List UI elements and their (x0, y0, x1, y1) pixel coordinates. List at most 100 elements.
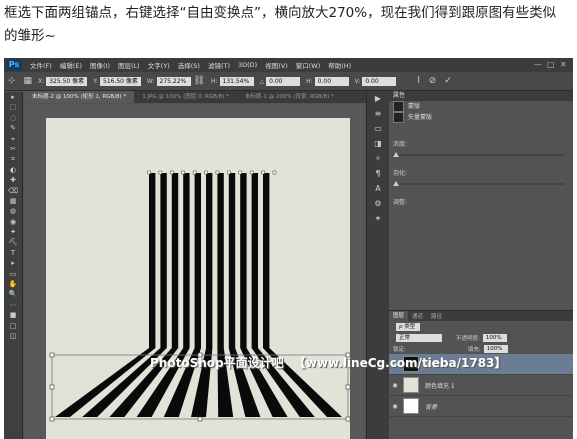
stamp-tool-icon[interactable]: ✚ (4, 175, 22, 185)
eye-icon[interactable]: ◉ (389, 382, 401, 389)
foreground-color-icon[interactable]: ■ (4, 310, 22, 320)
move-tool-icon[interactable]: ▸ (4, 92, 22, 102)
paragraph-icon[interactable]: ¶ (367, 166, 389, 181)
path-select-tool-icon[interactable]: ▸ (4, 258, 22, 268)
anchor-point (158, 170, 163, 175)
close-icon[interactable]: ✕ (560, 60, 567, 69)
hskew-field[interactable]: H: 0.00 (306, 76, 349, 86)
layer-kind-select[interactable]: ρ 类型 (396, 322, 420, 331)
h-input[interactable]: 131.54% (219, 76, 254, 86)
play-icon[interactable]: ▶ (367, 91, 389, 106)
more-tools-icon[interactable]: ⋯ (4, 300, 22, 310)
tab-channels[interactable]: 通道 (408, 312, 427, 320)
tab-paths[interactable]: 路径 (427, 312, 446, 320)
menu-image[interactable]: 图像(I) (90, 60, 110, 70)
cancel-icon[interactable]: ⊘ (429, 76, 437, 86)
tab-1-jpg[interactable]: 1.JPG @ 100% (图层 0, RGB/8) * (134, 91, 237, 103)
tab-untitled-1[interactable]: 未标题-1 @ 200% (背景, RGB/8) * (237, 91, 342, 103)
lock-row: 锁定: 填充: 100% (389, 343, 573, 354)
shape-tool-icon[interactable]: ▭ (4, 269, 22, 279)
menu-select[interactable]: 选择(S) (178, 60, 200, 70)
hand-tool-icon[interactable]: ✋ (4, 279, 22, 289)
h-field[interactable]: H: 131.54% (211, 76, 254, 86)
minimize-icon[interactable]: — (534, 60, 542, 69)
type-tool-icon[interactable]: T (4, 248, 22, 258)
link-icon[interactable]: ⛓ (194, 76, 205, 86)
menu-help[interactable]: 帮助(H) (328, 60, 351, 70)
tab-layers[interactable]: 图层 (389, 311, 409, 321)
anchor-point (215, 170, 220, 175)
menu-window[interactable]: 窗口(W) (296, 60, 321, 70)
blend-mode-select[interactable]: 正常 (396, 333, 442, 342)
blur-tool-icon[interactable]: ◉ (4, 217, 22, 227)
tab-untitled-2[interactable]: 未标题-2 @ 100% (矩形 1, RGB/8) * (24, 91, 135, 103)
lasso-tool-icon[interactable]: ◌ (4, 113, 22, 123)
eraser-tool-icon[interactable]: ▦ (4, 196, 22, 206)
canvas-area[interactable] (24, 104, 364, 439)
layer-thumbnail (403, 377, 419, 393)
menu-edit[interactable]: 编辑(E) (60, 60, 82, 70)
marquee-tool-icon[interactable]: ⬚ (4, 102, 22, 112)
angle-input[interactable]: 0.00 (266, 76, 301, 86)
watermark-site: PhotoShop平面设计吧 (150, 356, 284, 370)
warp-icon[interactable]: ⌇ (416, 76, 420, 86)
menu-file[interactable]: 文件(F) (30, 60, 52, 70)
transform-handle (345, 416, 350, 422)
brush-preset-icon[interactable]: ✧ (367, 151, 389, 166)
move-icon[interactable]: ⊹ (8, 76, 16, 86)
grid-icon[interactable]: ▦ (24, 76, 33, 86)
properties-tab[interactable]: 属性 (389, 91, 573, 101)
angle-field[interactable]: △ 0.00 (260, 76, 301, 86)
vskew-field[interactable]: V: 0.00 (355, 76, 397, 86)
maximize-icon[interactable]: □ (547, 60, 555, 69)
background-color-icon[interactable]: □ (4, 321, 22, 331)
hskew-input[interactable]: 0.00 (314, 76, 349, 86)
gradient-tool-icon[interactable]: ◍ (4, 206, 22, 216)
layers-panel: 图层 通道 路径 ρ 类型 正常 不透明度: 100% 锁定: 填充: 100%… (389, 310, 573, 439)
feather-slider[interactable] (393, 181, 565, 186)
layer-color-fill-1[interactable]: ◉ 颜色填充 1 (389, 375, 573, 396)
menu-layer[interactable]: 图层(L) (118, 60, 140, 70)
styles-icon[interactable]: ✶ (367, 211, 389, 226)
mask-row[interactable]: 蒙版 (389, 101, 573, 112)
density-slider[interactable] (393, 152, 565, 157)
menu-type[interactable]: 文字(Y) (148, 60, 170, 70)
history-brush-tool-icon[interactable]: ⌫ (4, 186, 22, 196)
history-icon[interactable]: ▭ (367, 121, 389, 136)
dodge-tool-icon[interactable]: ✦ (4, 227, 22, 237)
commit-icon[interactable]: ✓ (444, 76, 452, 86)
crop-tool-icon[interactable]: ⌖ (4, 134, 22, 144)
zoom-tool-icon[interactable]: 🔍 (4, 289, 22, 299)
swatches-icon[interactable]: ◨ (367, 136, 389, 151)
quick-mask-icon[interactable]: ◫ (4, 331, 22, 341)
lock-label: 锁定: (393, 346, 406, 353)
menu-filter[interactable]: 滤镜(T) (208, 60, 230, 70)
brush-tool-icon[interactable]: ◐ (4, 165, 22, 175)
actions-icon[interactable]: ≡ (367, 106, 389, 121)
w-input[interactable]: 275.22% (156, 76, 191, 86)
opacity-input[interactable]: 100% (482, 333, 507, 342)
document-canvas[interactable] (46, 118, 350, 439)
w-field[interactable]: W: 275.22% (147, 76, 191, 86)
fill-input[interactable]: 100% (483, 344, 508, 353)
x-field[interactable]: X: 325.50 像素 (38, 76, 88, 86)
pen-tool-icon[interactable]: ⛏ (4, 237, 22, 247)
anchor-point (249, 170, 254, 175)
vskew-input[interactable]: 0.00 (362, 76, 397, 86)
eye-icon[interactable]: ◉ (389, 403, 401, 410)
anchor-point (147, 170, 151, 175)
quick-select-tool-icon[interactable]: ✎ (4, 123, 22, 133)
vector-mask-row[interactable]: 矢量蒙版 (389, 112, 573, 123)
layer-background[interactable]: ◉ 背景 (389, 396, 573, 417)
eyedropper-tool-icon[interactable]: ✂ (4, 144, 22, 154)
menu-3d[interactable]: 3D(D) (238, 61, 257, 69)
tool-presets-icon[interactable]: ⚙ (367, 196, 389, 211)
opacity-label: 不透明度: (456, 335, 480, 342)
y-field[interactable]: Y: 516.50 像素 (93, 76, 141, 86)
healing-tool-icon[interactable]: ⌗ (4, 154, 22, 164)
y-input[interactable]: 516.50 像素 (100, 76, 141, 86)
menu-view[interactable]: 视图(V) (265, 60, 288, 70)
character-icon[interactable]: A (367, 181, 389, 196)
vertical-stripe (160, 173, 167, 348)
x-input[interactable]: 325.50 像素 (46, 76, 88, 86)
